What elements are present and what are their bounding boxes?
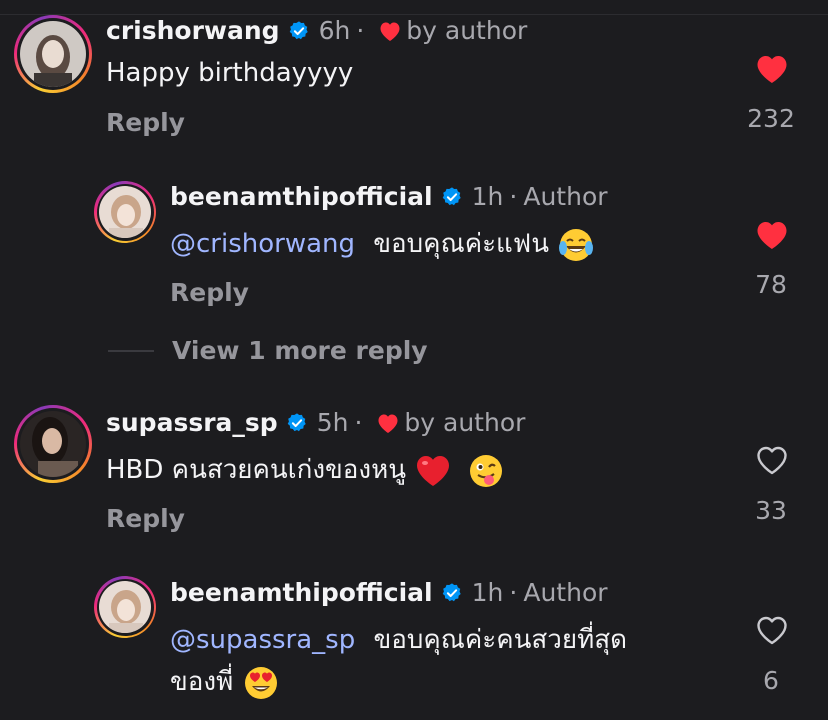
view-more-label: View 1 more reply	[172, 336, 428, 365]
username[interactable]: crishorwang	[106, 16, 280, 46]
like-count: 232	[747, 104, 795, 133]
comment-text: ขอบคุณค่ะคนสวยที่สุด	[373, 625, 628, 655]
like-heart-outline-icon[interactable]	[755, 614, 789, 646]
like-heart-icon[interactable]	[755, 53, 789, 85]
reply-button[interactable]: Reply	[170, 278, 249, 307]
comment-text-line-2: ของพี่	[170, 662, 280, 702]
comment-time: 5h	[316, 408, 349, 437]
view-more-replies-button[interactable]: View 1 more reply	[108, 336, 428, 365]
reply-button[interactable]: Reply	[106, 504, 185, 533]
profile-photo	[99, 186, 151, 238]
comment-header: beenamthipofficial 1h · Author	[170, 182, 608, 212]
username[interactable]: supassra_sp	[106, 408, 278, 438]
avatar[interactable]	[94, 576, 156, 638]
view-more-line	[108, 349, 154, 352]
profile-photo	[99, 581, 151, 633]
separator-dot: ·	[356, 16, 365, 45]
mention-link[interactable]: @supassra_sp	[170, 625, 355, 655]
separator-dot: ·	[509, 182, 518, 211]
comment-text-line: @crishorwang ขอบคุณค่ะแฟน	[170, 224, 595, 264]
author-tag: Author	[523, 182, 608, 211]
top-divider	[0, 14, 828, 15]
mention-link[interactable]: @crishorwang	[170, 229, 355, 259]
comment-text: Happy birthdayyyy	[106, 58, 354, 88]
like-heart-outline-icon[interactable]	[755, 444, 789, 476]
username[interactable]: beenamthipofficial	[170, 578, 433, 608]
comment-time: 1h	[471, 578, 504, 607]
author-tag: Author	[523, 578, 608, 607]
username[interactable]: beenamthipofficial	[170, 182, 433, 212]
comment-header: beenamthipofficial 1h · Author	[170, 578, 608, 608]
profile-photo	[20, 21, 86, 87]
comment-text-line: @supassra_sp ขอบคุณค่ะคนสวยที่สุด	[170, 620, 627, 660]
heart-icon	[380, 22, 400, 41]
avatar[interactable]	[94, 181, 156, 243]
comment-header: supassra_sp 5h · by author	[106, 408, 525, 438]
profile-photo	[20, 411, 86, 477]
comment-time: 6h	[318, 16, 351, 45]
avatar[interactable]	[14, 405, 92, 483]
comment-text: HBD คนสวยคนเก่งของหนู	[106, 455, 407, 485]
reply-button[interactable]: Reply	[106, 108, 185, 137]
verified-badge-icon	[442, 187, 461, 206]
comment-text-line: HBD คนสวยคนเก่งของหนู	[106, 450, 505, 490]
heart-icon	[378, 414, 398, 433]
like-count: 6	[763, 666, 779, 695]
avatar[interactable]	[14, 15, 92, 93]
liked-by-author: by author	[404, 408, 526, 437]
comment-text: ขอบคุณค่ะแฟน	[373, 229, 549, 259]
like-count: 78	[755, 270, 787, 299]
face-with-tears-of-joy-icon	[559, 228, 594, 261]
verified-badge-icon	[442, 583, 461, 602]
winking-face-with-tongue-icon	[469, 454, 502, 487]
comment-header: crishorwang 6h · by author	[106, 16, 527, 46]
separator-dot: ·	[509, 578, 518, 607]
separator-dot: ·	[354, 408, 363, 437]
liked-by-author: by author	[406, 16, 528, 45]
like-heart-icon[interactable]	[755, 219, 789, 251]
like-count: 33	[755, 496, 787, 525]
verified-badge-icon	[287, 413, 306, 432]
comment-text: ของพี่	[170, 667, 234, 697]
verified-badge-icon	[289, 21, 308, 40]
comment-time: 1h	[471, 182, 504, 211]
red-heart-icon	[417, 455, 450, 486]
smiling-face-with-heart-eyes-icon	[244, 666, 277, 699]
